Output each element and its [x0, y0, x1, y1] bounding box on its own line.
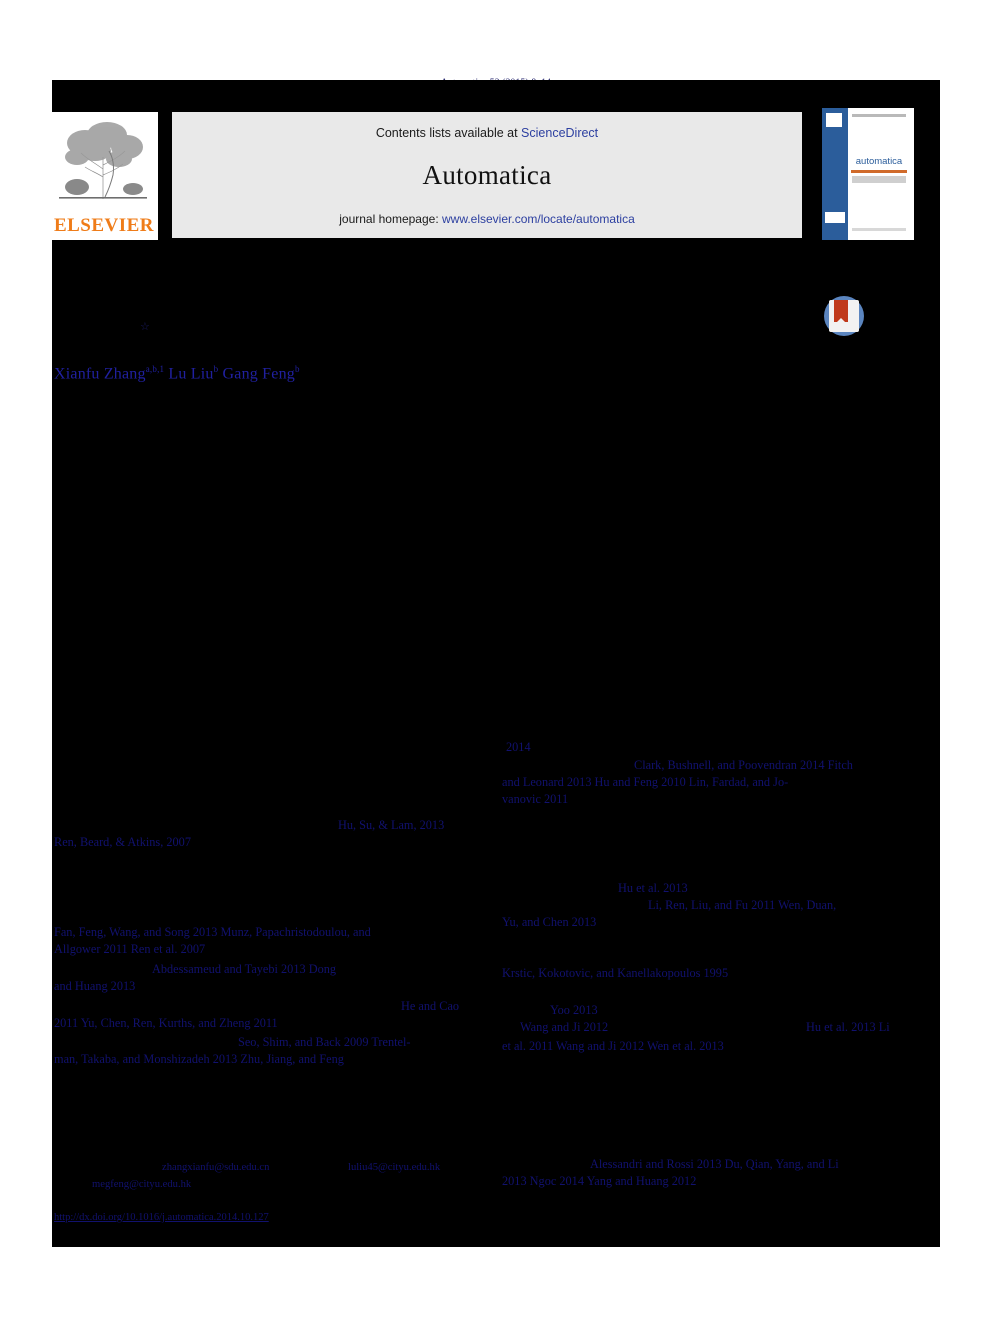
- ifac-logo-icon: [825, 212, 845, 223]
- author-name-2[interactable]: Lu Liu: [168, 365, 213, 382]
- homepage-prefix: journal homepage:: [339, 212, 442, 226]
- crossmark-notch: [834, 318, 848, 325]
- elsevier-mini-logo-icon: [826, 113, 842, 127]
- author-affil-3[interactable]: b: [295, 364, 300, 374]
- citation-link[interactable]: 2013 Ngoc 2014 Yang and Huang 2012: [502, 1173, 696, 1190]
- cover-journal-name: automatica: [855, 156, 903, 167]
- sciencedirect-link[interactable]: ScienceDirect: [521, 126, 598, 140]
- citation-link[interactable]: Wang and Ji 2012: [520, 1019, 608, 1036]
- citation-link[interactable]: Ren, Beard, & Atkins, 2007: [54, 834, 191, 851]
- citation-link[interactable]: Hu et al. 2013 Li: [806, 1019, 890, 1036]
- citation-link[interactable]: Fan, Feng, Wang, and Song 2013 Munz, Pap…: [54, 924, 371, 941]
- citation-link[interactable]: Li, Ren, Liu, and Fu 2011 Wen, Duan,: [648, 897, 836, 914]
- title-footnote-marker[interactable]: ☆: [140, 320, 150, 333]
- email-link[interactable]: megfeng@cityu.edu.hk: [92, 1177, 191, 1192]
- citation-link[interactable]: Hu et al. 2013: [618, 880, 688, 897]
- citation-link[interactable]: 2014: [506, 739, 531, 756]
- author-affil-2[interactable]: b: [214, 364, 219, 374]
- citation-link[interactable]: vanovic 2011: [502, 791, 568, 808]
- citation-link[interactable]: 2011 Yu, Chen, Ren, Kurths, and Zheng 20…: [54, 1015, 278, 1032]
- email-link[interactable]: luliu45@cityu.edu.hk: [348, 1160, 440, 1175]
- citation-link[interactable]: et al. 2011 Wang and Ji 2012 Wen et al. …: [502, 1038, 724, 1055]
- cover-face: [848, 108, 910, 240]
- citation-link[interactable]: and Leonard 2013 Hu and Feng 2010 Lin, F…: [502, 774, 788, 791]
- cover-subtitle-block: [852, 176, 906, 183]
- article-first-page: Automatica 52 (2015) 8–14: [0, 0, 992, 1323]
- journal-homepage-link[interactable]: www.elsevier.com/locate/automatica: [442, 212, 635, 226]
- citation-link[interactable]: Clark, Bushnell, and Poovendran 2014 Fit…: [634, 757, 853, 774]
- author-name-1[interactable]: Xianfu Zhang: [54, 365, 146, 382]
- citation-link[interactable]: Yu, and Chen 2013: [502, 914, 596, 931]
- citation-link[interactable]: Allgower 2011 Ren et al. 2007: [54, 941, 205, 958]
- elsevier-wordmark: ELSEVIER: [53, 215, 155, 236]
- citation-link[interactable]: He and Cao: [401, 998, 459, 1015]
- email-link[interactable]: zhangxianfu@sdu.edu.cn: [162, 1160, 269, 1175]
- citation-link[interactable]: Alessandri and Rossi 2013 Du, Qian, Yang…: [590, 1156, 839, 1173]
- homepage-line: journal homepage: www.elsevier.com/locat…: [172, 212, 802, 226]
- citation-link[interactable]: man, Takaba, and Monshizadeh 2013 Zhu, J…: [54, 1051, 344, 1068]
- citation-link[interactable]: Yoo 2013: [550, 1002, 598, 1019]
- cover-issue-line: [852, 114, 906, 117]
- citation-link[interactable]: Hu, Su, & Lam, 2013: [338, 817, 444, 834]
- elsevier-tree-icon: [55, 117, 151, 205]
- citation-link[interactable]: Abdessameud and Tayebi 2013 Dong: [152, 961, 336, 978]
- redacted-article-body: [52, 80, 940, 1247]
- citation-link[interactable]: Seo, Shim, and Back 2009 Trentel-: [238, 1034, 411, 1051]
- contents-line: Contents lists available at ScienceDirec…: [172, 126, 802, 140]
- journal-masthead: Contents lists available at ScienceDirec…: [172, 112, 802, 238]
- journal-cover-thumbnail: automatica: [822, 108, 914, 240]
- cover-subtitle-rule: [851, 170, 907, 173]
- cover-footer-rule: [852, 228, 906, 231]
- crossmark-badge[interactable]: [824, 296, 864, 336]
- elsevier-logo: ELSEVIER: [48, 112, 158, 240]
- doi-link[interactable]: http://dx.doi.org/10.1016/j.automatica.2…: [54, 1212, 269, 1223]
- journal-title: Automatica: [422, 160, 552, 190]
- citation-link[interactable]: and Huang 2013: [54, 978, 135, 995]
- author-list: Xianfu Zhanga,b,1 Lu Liub Gang Fengb: [54, 364, 300, 383]
- contents-prefix: Contents lists available at: [375, 126, 522, 140]
- author-name-3[interactable]: Gang Feng: [223, 365, 295, 382]
- citation-link[interactable]: Krstic, Kokotovic, and Kanellakopoulos 1…: [502, 965, 728, 982]
- author-affil-1[interactable]: a,b,1: [146, 364, 165, 374]
